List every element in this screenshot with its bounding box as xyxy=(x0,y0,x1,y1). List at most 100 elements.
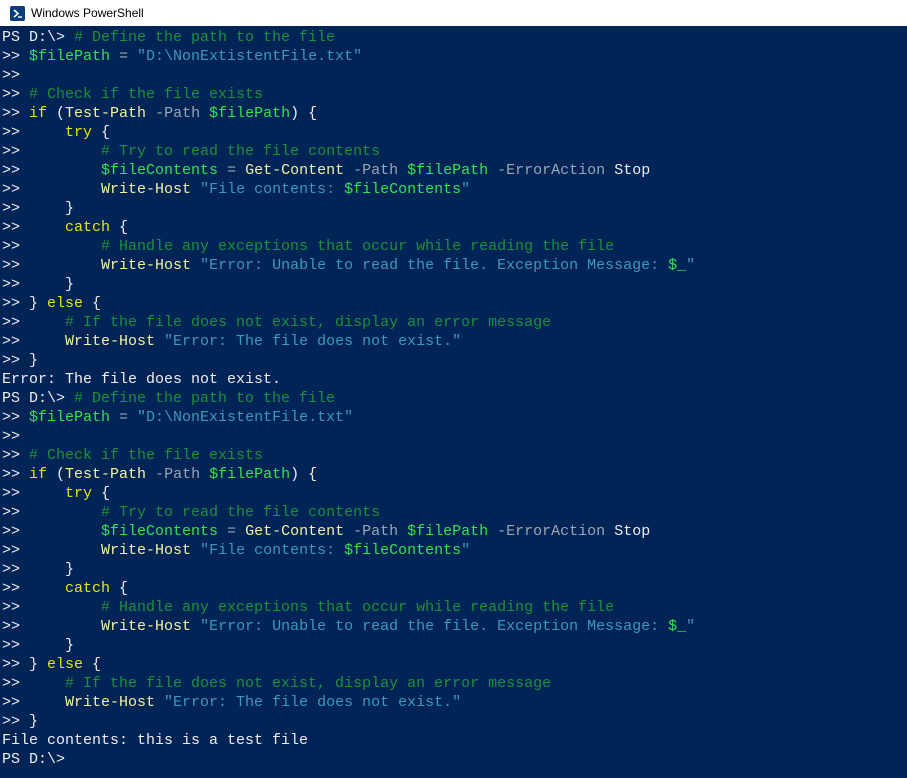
code-text: ) { xyxy=(290,105,318,122)
code-text: { xyxy=(92,124,111,141)
prompt-text: >> xyxy=(2,219,66,236)
code-string: "File contents: xyxy=(200,542,345,559)
code-text: { xyxy=(83,295,102,312)
console-line: >> try { xyxy=(2,123,907,142)
code-text: ) { xyxy=(290,466,318,483)
console-line: PS D:\> # Define the path to the file xyxy=(2,389,907,408)
prompt-text: >> } xyxy=(2,200,75,217)
code-cmdlet: Write-Host xyxy=(101,542,192,559)
console-line: >> Write-Host "File contents: $fileConte… xyxy=(2,180,907,199)
prompt-text: PS D:\> xyxy=(2,29,75,46)
prompt-text: >> xyxy=(2,542,102,559)
code-operator: = xyxy=(218,162,246,179)
prompt-text: >> xyxy=(2,447,30,464)
code-keyword: catch xyxy=(65,580,111,597)
code-keyword: else xyxy=(47,295,84,312)
code-comment: # If the file does not exist, display an… xyxy=(65,675,552,692)
console-line: >> try { xyxy=(2,484,907,503)
code-parameter: -ErrorAction xyxy=(488,162,606,179)
prompt-text: >> xyxy=(2,523,102,540)
prompt-text: >> xyxy=(2,124,66,141)
code-keyword: if xyxy=(29,105,48,122)
code-cmdlet: Write-Host xyxy=(65,694,156,711)
code-cmdlet: Write-Host xyxy=(101,181,192,198)
console-line: >> Write-Host "Error: The file does not … xyxy=(2,332,907,351)
window-title: Windows PowerShell xyxy=(31,6,144,20)
console-line: >> } xyxy=(2,712,907,731)
title-bar[interactable]: Windows PowerShell xyxy=(0,0,907,26)
code-cmdlet: Write-Host xyxy=(101,257,192,274)
prompt-text: PS D:\> xyxy=(2,751,66,768)
code-cmdlet: Test-Path xyxy=(65,105,147,122)
console-line: >> $filePath = "D:\NonExtistentFile.txt" xyxy=(2,47,907,66)
console-line: >> $fileContents = Get-Content -Path $fi… xyxy=(2,161,907,180)
console-line: Error: The file does not exist. xyxy=(2,370,907,389)
code-text: { xyxy=(83,656,102,673)
code-parameter: -Path xyxy=(344,162,399,179)
code-comment: # Try to read the file contents xyxy=(101,143,381,160)
code-cmdlet: Write-Host xyxy=(65,333,156,350)
code-string: " xyxy=(461,181,471,198)
code-operator: = xyxy=(110,48,138,65)
prompt-text: >> xyxy=(2,162,102,179)
powershell-window: Windows PowerShell PS D:\> # Define the … xyxy=(0,0,907,778)
prompt-text: >> xyxy=(2,257,102,274)
code-string: "Error: Unable to read the file. Excepti… xyxy=(200,257,669,274)
prompt-text: >> xyxy=(2,599,102,616)
console-line: >> Write-Host "File contents: $fileConte… xyxy=(2,541,907,560)
code-variable: $filePath xyxy=(209,105,291,122)
console-line: >> $filePath = "D:\NonExistentFile.txt" xyxy=(2,408,907,427)
prompt-text: >> xyxy=(2,694,66,711)
console-line: >> if (Test-Path -Path $filePath) { xyxy=(2,104,907,123)
prompt-text: >> } xyxy=(2,352,39,369)
code-variable: $_ xyxy=(668,257,687,274)
code-keyword: try xyxy=(65,124,93,141)
code-comment: # Check if the file exists xyxy=(29,86,264,103)
code-parameter: -ErrorAction xyxy=(488,523,606,540)
console-line: PS D:\> # Define the path to the file xyxy=(2,28,907,47)
code-comment: # Try to read the file contents xyxy=(101,504,381,521)
console-line: >> # If the file does not exist, display… xyxy=(2,313,907,332)
console-output[interactable]: PS D:\> # Define the path to the file >> … xyxy=(0,28,907,778)
prompt-text: >> xyxy=(2,238,102,255)
console-line: >> # Try to read the file contents xyxy=(2,503,907,522)
code-text: { xyxy=(110,580,129,597)
prompt-text: >> xyxy=(2,105,30,122)
powershell-icon xyxy=(10,5,25,21)
code-string: "Error: Unable to read the file. Excepti… xyxy=(200,618,669,635)
prompt-text: >> xyxy=(2,466,30,483)
console-line: >> } xyxy=(2,275,907,294)
code-operator: = xyxy=(218,523,246,540)
code-variable: $fileContents xyxy=(101,523,219,540)
console-line: >> catch { xyxy=(2,218,907,237)
console-line: >> # Try to read the file contents xyxy=(2,142,907,161)
console-line: >> xyxy=(2,427,907,446)
code-cmdlet: Get-Content xyxy=(245,162,345,179)
console-line: >> catch { xyxy=(2,579,907,598)
code-parameter: -Path xyxy=(146,466,201,483)
console-line: PS D:\> xyxy=(2,750,907,769)
prompt-text: >> xyxy=(2,333,66,350)
console-line: >> # Check if the file exists xyxy=(2,85,907,104)
output-text: Error: The file does not exist. xyxy=(2,371,282,388)
console-line: >> } else { xyxy=(2,294,907,313)
code-text: { xyxy=(92,485,111,502)
code-variable: $filePath xyxy=(407,162,489,179)
code-variable: $fileContents xyxy=(101,162,219,179)
code-text: Stop xyxy=(605,162,651,179)
console-line: >> # Handle any exceptions that occur wh… xyxy=(2,598,907,617)
console-line: >> Write-Host "Error: Unable to read the… xyxy=(2,617,907,636)
prompt-text: >> } xyxy=(2,561,75,578)
code-string: "D:\NonExistentFile.txt" xyxy=(137,409,354,426)
code-string: " xyxy=(686,618,696,635)
code-variable: $filePath xyxy=(29,409,111,426)
code-text: { xyxy=(110,219,129,236)
code-variable: $fileContents xyxy=(344,181,462,198)
